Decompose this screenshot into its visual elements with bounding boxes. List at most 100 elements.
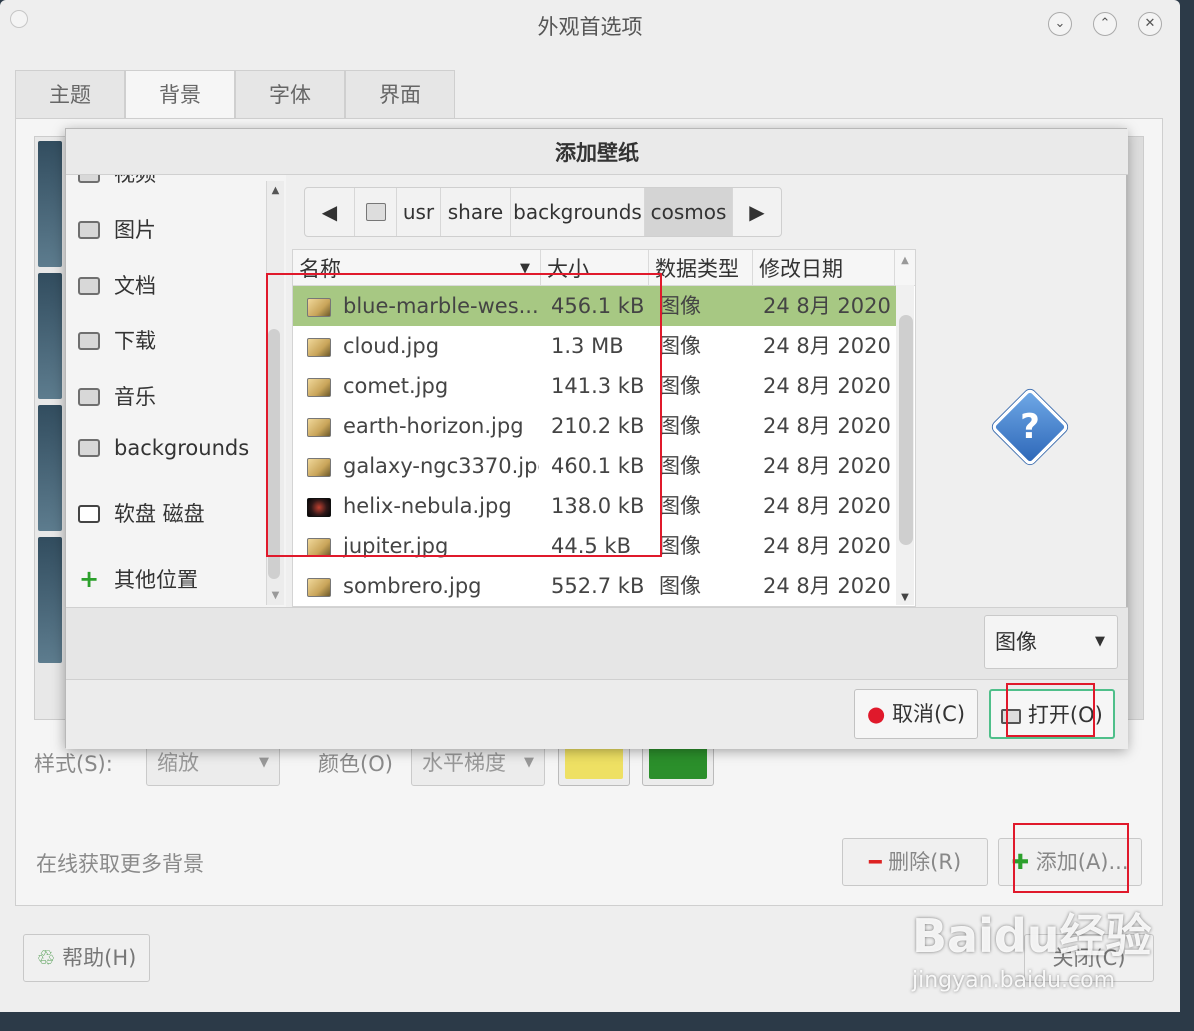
file-date: 24 8月 2020 xyxy=(763,374,891,398)
remove-button[interactable]: ━ 删除(R) xyxy=(842,838,988,886)
remove-button-label: 删除(R) xyxy=(888,850,962,874)
filter-bar xyxy=(66,607,1128,679)
wallpaper-thumbnail[interactable] xyxy=(38,405,62,531)
file-date: 24 8月 2020 xyxy=(763,334,891,358)
path-crumb-share[interactable]: share xyxy=(441,188,511,236)
file-date: 24 8月 2020 xyxy=(763,454,891,478)
scroll-up-icon[interactable]: ▲ xyxy=(267,185,284,196)
column-header-date[interactable]: 修改日期 xyxy=(753,250,895,286)
scroll-down-icon[interactable]: ▼ xyxy=(896,592,914,603)
style-label: 样式(S): xyxy=(34,752,113,776)
path-crumb-cosmos[interactable]: cosmos xyxy=(645,188,733,236)
question-mark-icon: ? xyxy=(1020,407,1040,447)
minimize-icon[interactable]: ⌄ xyxy=(1048,12,1072,36)
path-root-button[interactable] xyxy=(355,188,397,236)
help-lifebuoy-icon: ♲ xyxy=(36,946,56,970)
baidu-watermark: Baidu经验 jingyan.baidu.com xyxy=(912,900,1192,1010)
file-date: 24 8月 2020 xyxy=(763,414,891,438)
place-documents[interactable]: 文档 xyxy=(78,271,156,301)
file-size: 552.7 kB xyxy=(551,574,645,598)
chevron-right-icon: ▶ xyxy=(749,200,765,224)
file-list-scroll-thumb[interactable] xyxy=(899,315,913,545)
places-sidebar: 视频 图片 文档 下载 音乐 backgrounds 软盘 磁盘 + 其他位置 xyxy=(66,175,286,607)
place-downloads[interactable]: 下载 xyxy=(78,326,156,356)
file-date: 24 8月 2020 xyxy=(763,574,891,598)
file-type: 图像 xyxy=(659,574,701,598)
folder-icon xyxy=(78,439,100,457)
place-label: 视频 xyxy=(114,175,156,186)
file-row[interactable]: sombrero.jpg 552.7 kB 图像 24 8月 2020 xyxy=(293,566,897,606)
file-date: 24 8月 2020 xyxy=(763,294,891,318)
file-name: sombrero.jpg xyxy=(343,574,482,598)
path-crumb-backgrounds[interactable]: backgrounds xyxy=(511,188,645,236)
cancel-button[interactable]: ● 取消(C) xyxy=(854,689,978,739)
wallpaper-thumbnail[interactable] xyxy=(38,273,62,399)
plus-icon: + xyxy=(78,565,100,593)
place-label: 文档 xyxy=(114,274,156,298)
wallpaper-list-scrollbar[interactable] xyxy=(1126,136,1144,720)
close-icon[interactable]: ✕ xyxy=(1138,12,1162,36)
file-type: 图像 xyxy=(659,414,701,438)
file-date: 24 8月 2020 xyxy=(763,534,891,558)
file-type: 图像 xyxy=(659,334,701,358)
help-button-label: 帮助(H) xyxy=(62,946,137,970)
tab-interface[interactable]: 界面 xyxy=(345,70,455,118)
folder-icon xyxy=(78,332,100,350)
color-label: 颜色(O) xyxy=(318,752,393,776)
file-type: 图像 xyxy=(659,534,701,558)
wallpaper-preview-list[interactable] xyxy=(34,136,68,720)
place-backgrounds[interactable]: backgrounds xyxy=(78,433,249,463)
wallpaper-thumbnail[interactable] xyxy=(38,141,62,267)
chevron-down-icon: ▼ xyxy=(1095,634,1105,649)
place-label: 软盘 磁盘 xyxy=(114,502,205,526)
path-back-button[interactable]: ◀ xyxy=(305,188,355,236)
file-type: 图像 xyxy=(659,374,701,398)
primary-color-swatch xyxy=(565,747,623,779)
scroll-down-icon[interactable]: ▼ xyxy=(267,590,284,601)
place-videos[interactable]: 视频 xyxy=(78,175,156,189)
place-music[interactable]: 音乐 xyxy=(78,382,156,412)
help-button[interactable]: ♲ 帮助(H) xyxy=(23,934,150,982)
place-label: 其他位置 xyxy=(114,568,198,592)
dialog-title: 添加壁纸 xyxy=(66,129,1128,175)
window-title: 外观首选项 xyxy=(537,15,643,39)
tab-theme[interactable]: 主题 xyxy=(15,70,125,118)
chevron-left-icon: ◀ xyxy=(321,200,338,224)
minus-icon: ━ xyxy=(868,850,882,874)
folder-icon xyxy=(78,175,100,183)
window-menu-icon[interactable] xyxy=(10,10,28,28)
watermark-url: jingyan.baidu.com xyxy=(912,968,1116,993)
file-date: 24 8月 2020 xyxy=(763,494,891,518)
filter-value: 图像 xyxy=(995,630,1037,654)
highlight-box xyxy=(266,273,662,557)
cancel-icon: ● xyxy=(866,702,886,726)
scroll-up-icon[interactable]: ▲ xyxy=(896,255,914,266)
file-type: 图像 xyxy=(659,454,701,478)
folder-icon xyxy=(78,277,100,295)
tab-background[interactable]: 背景 xyxy=(125,70,235,120)
file-type-filter[interactable]: 图像 ▼ xyxy=(984,615,1118,669)
floppy-icon xyxy=(78,505,100,523)
file-type: 图像 xyxy=(659,494,701,518)
place-label: 图片 xyxy=(114,218,156,242)
path-crumb-usr[interactable]: usr xyxy=(397,188,441,236)
file-type: 图像 xyxy=(659,294,701,318)
path-forward-button[interactable]: ▶ xyxy=(733,188,781,236)
highlight-box xyxy=(1013,823,1129,893)
column-header-type[interactable]: 数据类型 xyxy=(649,250,753,286)
tab-font[interactable]: 字体 xyxy=(235,70,345,118)
place-label: backgrounds xyxy=(114,436,250,460)
place-pictures[interactable]: 图片 xyxy=(78,215,156,245)
highlight-box xyxy=(1006,683,1095,737)
place-label: 音乐 xyxy=(114,385,156,409)
wallpaper-thumbnail[interactable] xyxy=(38,537,62,663)
path-bar: ◀ usr share backgrounds cosmos ▶ xyxy=(304,187,782,237)
cancel-button-label: 取消(C) xyxy=(891,702,966,726)
style-value: 缩放 xyxy=(157,751,199,775)
place-other-locations[interactable]: + 其他位置 xyxy=(78,565,198,595)
online-backgrounds-link[interactable]: 在线获取更多背景 xyxy=(36,848,204,878)
place-floppy[interactable]: 软盘 磁盘 xyxy=(78,499,205,529)
maximize-icon[interactable]: ⌃ xyxy=(1093,12,1117,36)
folder-icon xyxy=(78,388,100,406)
folder-icon xyxy=(78,221,100,239)
